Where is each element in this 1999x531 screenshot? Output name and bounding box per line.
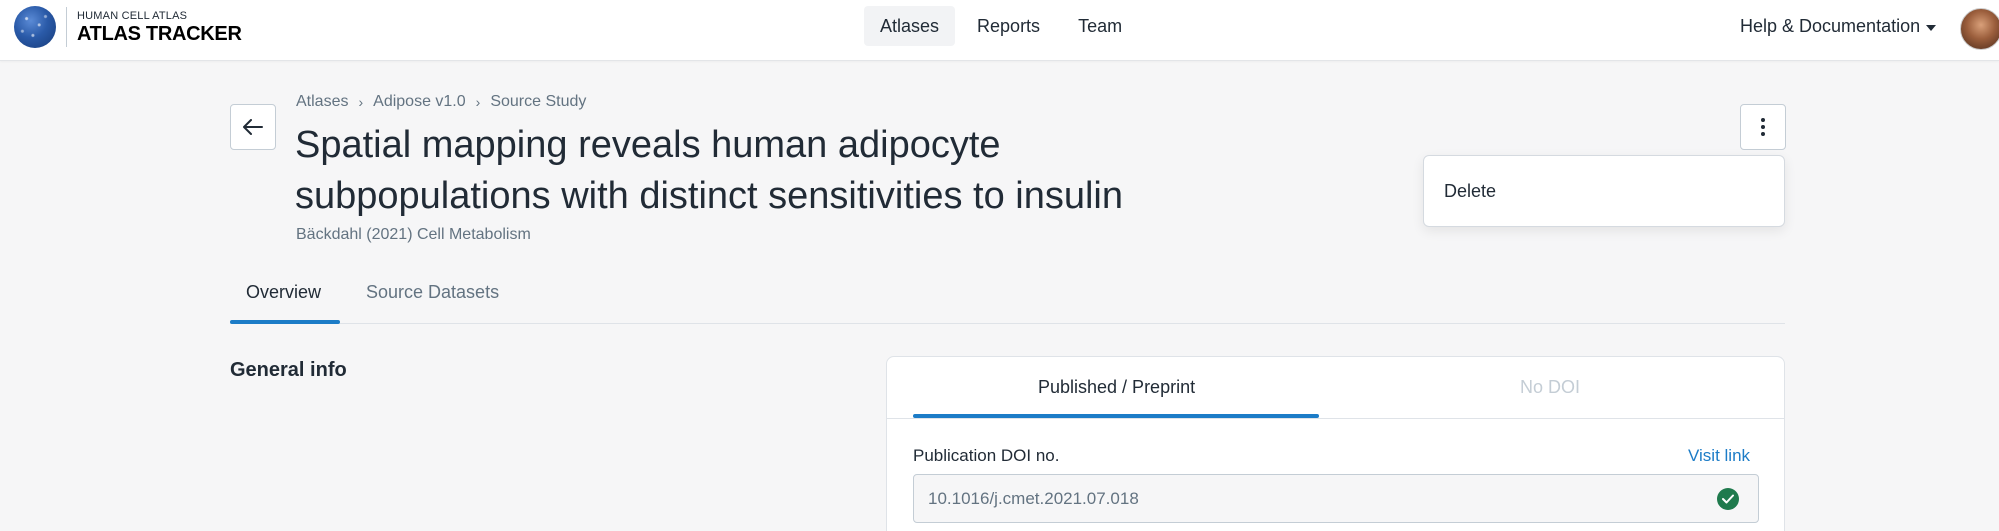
- back-button[interactable]: [230, 104, 276, 150]
- nav-team[interactable]: Team: [1062, 6, 1138, 46]
- more-options-button[interactable]: [1740, 104, 1786, 150]
- logo-text: HUMAN CELL ATLAS ATLAS TRACKER: [77, 9, 242, 45]
- tab-no-doi[interactable]: No DOI: [1520, 377, 1580, 398]
- globe-logo-icon: [14, 6, 56, 48]
- page-title: Spatial mapping reveals human adipocyte …: [295, 124, 1123, 217]
- arrow-left-icon: [243, 119, 263, 135]
- atlas-tracker-logo[interactable]: HUMAN CELL ATLAS ATLAS TRACKER: [14, 6, 242, 48]
- help-label: Help & Documentation: [1740, 16, 1921, 36]
- tab-published-preprint[interactable]: Published / Preprint: [1038, 377, 1195, 398]
- publication-card: Published / Preprint No DOI Publication …: [886, 356, 1785, 531]
- tab-overview[interactable]: Overview: [246, 282, 321, 303]
- visit-link[interactable]: Visit link: [1688, 446, 1750, 466]
- breadcrumb-adipose[interactable]: Adipose v1.0: [373, 93, 466, 111]
- breadcrumb: Atlases › Adipose v1.0 › Source Study: [296, 93, 586, 111]
- nav-reports[interactable]: Reports: [961, 6, 1056, 46]
- nav-atlases[interactable]: Atlases: [864, 6, 956, 46]
- main-nav: Atlases Reports Team: [864, 6, 1138, 46]
- top-header: HUMAN CELL ATLAS ATLAS TRACKER Atlases R…: [0, 0, 1999, 61]
- tab-active-indicator: [230, 320, 340, 324]
- section-title-general-info: General info: [230, 359, 347, 381]
- options-dropdown-menu: Delete: [1423, 155, 1785, 227]
- check-circle-icon: [1717, 488, 1739, 510]
- card-divider: [887, 418, 1784, 419]
- user-avatar[interactable]: [1960, 8, 1999, 50]
- menu-item-delete[interactable]: Delete: [1444, 181, 1496, 202]
- doi-field-label: Publication DOI no.: [913, 446, 1060, 465]
- caret-down-icon: [1926, 24, 1937, 31]
- doi-input[interactable]: [913, 474, 1759, 523]
- logo-small-text: HUMAN CELL ATLAS: [77, 9, 188, 22]
- breadcrumb-atlases[interactable]: Atlases: [296, 93, 348, 111]
- help-documentation-menu[interactable]: Help & Documentation: [1740, 16, 1937, 37]
- kebab-icon: [1761, 118, 1765, 136]
- logo-big-text: ATLAS TRACKER: [77, 22, 242, 45]
- logo-divider: [66, 7, 67, 47]
- chevron-right-icon: ›: [358, 94, 364, 110]
- chevron-right-icon: ›: [475, 94, 481, 110]
- page-tabs: Overview Source Datasets: [230, 268, 1785, 324]
- page-subtitle: Bäckdahl (2021) Cell Metabolism: [296, 226, 531, 243]
- breadcrumb-source-study: Source Study: [490, 93, 587, 110]
- tab-source-datasets[interactable]: Source Datasets: [366, 282, 499, 303]
